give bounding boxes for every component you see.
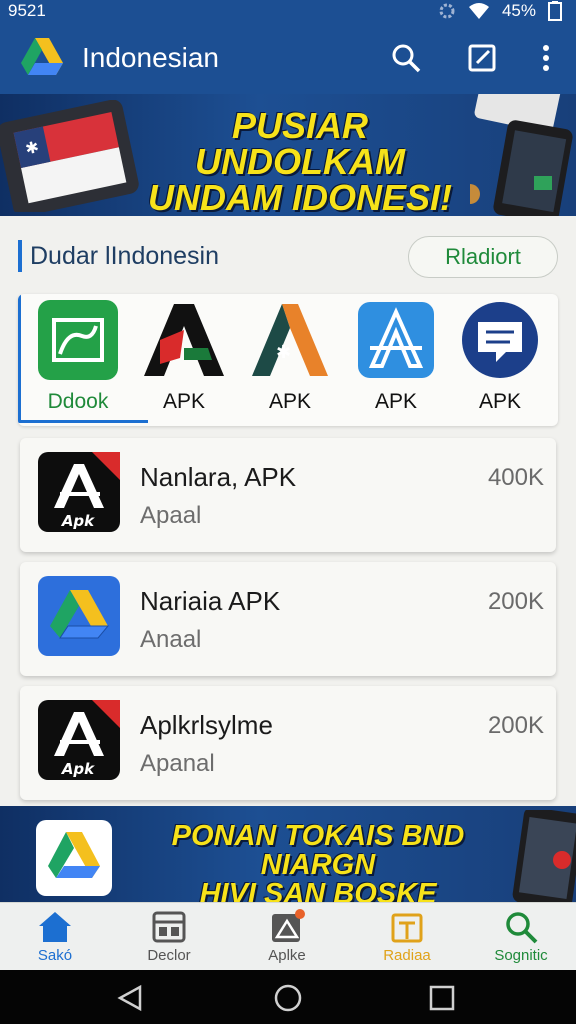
battery-percent: 45% — [501, 1, 536, 20]
list-item-count: 200K — [487, 712, 544, 739]
chat-bubble-icon — [462, 302, 538, 378]
list-item-count: 200K — [487, 588, 544, 615]
promo-banner-top[interactable]: ✱ PUSIAR UNDOLKAM UNDAM IDONESI! — [0, 94, 576, 216]
section-header: Dudar lIndonesin Rladiort — [18, 236, 558, 278]
system-navigation-bar — [0, 970, 576, 1024]
carousel-item-label: APK — [374, 390, 418, 413]
list-item[interactable]: Nariaia APK Anaal 200K — [20, 562, 556, 676]
nav-item-declor[interactable]: Declor — [114, 909, 224, 969]
edit-button[interactable] — [464, 40, 500, 76]
nav-item-sognitic[interactable]: Sognitic — [466, 909, 576, 969]
banner-app-tile — [36, 820, 112, 896]
list-item[interactable]: Apk Aplkrlsylme Apanal 200K — [20, 686, 556, 800]
svg-text:✱: ✱ — [276, 342, 291, 363]
list-item-title: Aplkrlsylme — [140, 710, 273, 740]
app-store-icon — [358, 302, 434, 378]
carousel-left-indicator — [18, 294, 21, 422]
settings-gear-icon — [439, 3, 455, 19]
phone-illustration — [512, 810, 576, 902]
apk-logo-icon: Apk — [38, 452, 120, 532]
drive-logo-icon[interactable] — [20, 36, 64, 78]
list-item[interactable]: Apk Nanlara, APK Apaal 400K — [20, 438, 556, 552]
dashboard-icon — [152, 911, 186, 943]
banner-headline: PUSIAR UNDOLKAM UNDAM IDONESI! — [148, 105, 452, 216]
recents-icon[interactable] — [428, 984, 456, 1012]
drive-logo-icon — [38, 576, 120, 656]
carousel-item[interactable]: ✱ APK — [242, 300, 334, 416]
edit-square-icon — [468, 44, 496, 72]
section-title: Dudar lIndonesin — [30, 242, 220, 270]
carousel-item[interactable]: APK — [348, 300, 440, 416]
drive-logo-icon — [48, 832, 100, 878]
back-icon[interactable] — [116, 984, 144, 1012]
apk-box-icon — [272, 909, 305, 942]
status-time: 9521 — [8, 1, 46, 20]
carousel-item[interactable]: APK — [136, 300, 228, 416]
carousel-active-indicator — [18, 420, 148, 423]
list-item-count: 400K — [487, 464, 544, 491]
promo-banner-bottom[interactable]: PONAN TOKAIS BND NIARGN HIVI SAN BOSKE T… — [0, 806, 576, 902]
app-title: Indonesian — [82, 42, 220, 73]
list-item-title: Nanlara, APK — [140, 462, 297, 492]
app-bar: Indonesian — [0, 22, 576, 94]
overflow-menu-button[interactable] — [528, 40, 564, 76]
phone-illustration — [470, 94, 573, 216]
list-item-subtitle: Anaal — [140, 626, 202, 653]
more-vertical-icon — [543, 45, 549, 71]
carousel-item-label: APK — [162, 390, 206, 413]
banner-headline: PONAN TOKAIS BND NIARGN HIVI SAN BOSKE T… — [171, 820, 465, 903]
list-item-title: Nariaia APK — [140, 586, 281, 616]
carousel-item-label: APK — [478, 390, 522, 413]
section-action-pill[interactable]: Rladiort — [408, 236, 558, 278]
home-icon — [39, 912, 71, 942]
battery-icon — [548, 1, 562, 21]
app-screen: 9521 45% Indonesian ✱ PUSIAR UNDOLKAM UN… — [0, 0, 576, 1024]
carousel-item-label: APK — [268, 390, 312, 413]
carousel-item-label: Ddook — [47, 390, 109, 413]
home-button-icon[interactable] — [274, 984, 302, 1012]
status-bar: 9521 45% — [0, 0, 576, 22]
carousel-item[interactable]: APK — [452, 300, 544, 416]
tablet-flag-illustration: ✱ — [0, 100, 139, 212]
section-accent-bar — [18, 240, 22, 272]
apk-logo-icon: Apk — [38, 700, 120, 780]
apk-a-orange-icon: ✱ — [252, 304, 328, 376]
carousel-item[interactable]: Ddook — [30, 300, 122, 416]
list-item-subtitle: Apanal — [140, 750, 215, 777]
search-icon — [506, 912, 538, 944]
bottom-navigation: Sakó Declor Aplke Radiaa Sognitic — [0, 902, 576, 970]
list-item-subtitle: Apaal — [140, 502, 202, 529]
svg-text:Apk: Apk — [61, 760, 95, 778]
wifi-icon — [468, 3, 489, 19]
map-app-icon — [38, 300, 118, 380]
svg-text:Apk: Apk — [61, 512, 95, 530]
nav-item-aplke[interactable]: Aplke — [232, 909, 342, 969]
nav-item-home[interactable]: Sakó — [0, 909, 110, 969]
search-button[interactable] — [388, 40, 424, 76]
apk-a-red-icon — [144, 304, 224, 376]
gift-icon — [391, 913, 423, 943]
nav-item-radiaa[interactable]: Radiaa — [352, 909, 462, 969]
search-icon — [392, 44, 421, 73]
app-icon-carousel[interactable]: Ddook APK ✱ APK APK APK — [18, 294, 558, 426]
